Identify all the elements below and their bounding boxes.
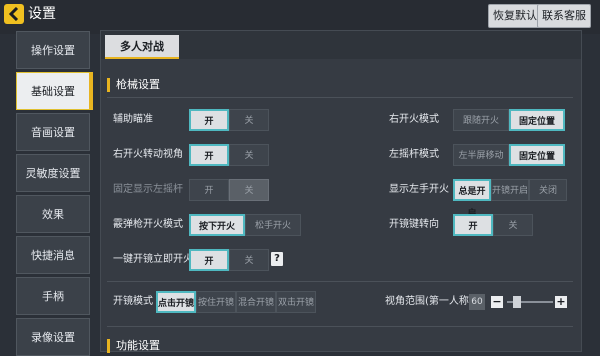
settings-panel: 多人对战 枪械设置 辅助瞄准 开 关 右开火转动视角 开 关 固定显示左摇杆 开… [100, 30, 582, 353]
fixed-left-stick-toggle: 开 关 [189, 179, 269, 201]
scope-instant-fire-off[interactable]: 关 [229, 249, 269, 271]
show-left-fire-toggle: 总是开启 开镜开启 关闭 [453, 179, 567, 219]
left-stick-mode-label: 左摇杆模式 [389, 149, 439, 160]
show-left-fire-always[interactable]: 总是开启 [453, 179, 491, 219]
function-section-title: 功能设置 [107, 339, 160, 353]
scope-mode-double-tap[interactable]: 双击开镜 [276, 291, 316, 313]
fixed-left-stick-on[interactable]: 开 [189, 179, 229, 201]
fov-label: 视角范围(第一人称) [385, 296, 473, 307]
aim-assist-on[interactable]: 开 [189, 109, 229, 131]
scope-instant-fire-on[interactable]: 开 [189, 249, 229, 271]
tab-bar: 多人对战 [101, 31, 581, 59]
left-stick-half-screen[interactable]: 左半屏移动 [453, 144, 509, 166]
scope-turn-toggle: 开 关 [453, 214, 533, 236]
fov-minus-button[interactable]: − [491, 296, 503, 308]
scope-turn-label: 开镜键转向 [389, 219, 439, 230]
back-button[interactable] [4, 4, 24, 24]
right-fire-mode-label: 右开火模式 [389, 114, 439, 125]
aim-assist-label: 辅助瞄准 [113, 114, 153, 125]
scope-mode-mixed[interactable]: 混合开镜 [236, 291, 276, 313]
sidebar-item-recording[interactable]: 录像设置 [16, 318, 90, 356]
sidebar-item-effects[interactable]: 效果 [16, 195, 90, 233]
back-arrow-icon [8, 7, 19, 21]
gun-section-title: 枪械设置 [107, 78, 160, 92]
contact-service-button[interactable]: 联系客服 [537, 4, 591, 28]
top-bar: 设置 恢复默认 联系客服 [0, 0, 600, 34]
sidebar-item-sensitivity[interactable]: 灵敏度设置 [16, 154, 90, 192]
scope-turn-off[interactable]: 关 [493, 214, 533, 236]
right-fire-turn-toggle: 开 关 [189, 144, 269, 166]
page-title: 设置 [28, 6, 56, 22]
shotgun-press-fire[interactable]: 按下开火 [189, 214, 245, 236]
sidebar-item-audio-video[interactable]: 音画设置 [16, 113, 90, 151]
restore-default-button[interactable]: 恢复默认 [488, 4, 542, 28]
shotgun-fire-mode-toggle: 按下开火 松手开火 [189, 214, 301, 236]
fixed-left-stick-label: 固定显示左摇杆 [113, 184, 183, 195]
right-fire-mode-toggle: 跟随开火 固定位置 [453, 109, 565, 131]
scope-mode-tap[interactable]: 点击开镜 [156, 291, 196, 313]
show-left-fire-scoped[interactable]: 开镜开启 [491, 179, 529, 201]
fov-value: 60 [469, 294, 485, 310]
fov-plus-button[interactable]: + [555, 296, 567, 308]
show-left-fire-off[interactable]: 关闭 [529, 179, 567, 201]
show-left-fire-label: 显示左手开火 [389, 184, 449, 195]
fixed-left-stick-off[interactable]: 关 [229, 179, 269, 201]
left-stick-fixed[interactable]: 固定位置 [509, 144, 565, 166]
divider [107, 97, 573, 98]
sidebar-item-gamepad[interactable]: 手柄 [16, 277, 90, 315]
fov-slider-thumb[interactable] [512, 296, 521, 308]
left-stick-mode-toggle: 左半屏移动 固定位置 [453, 144, 565, 166]
sidebar-item-quick-message[interactable]: 快捷消息 [16, 236, 90, 274]
scope-instant-fire-label: 一键开镜立即开火 [113, 254, 193, 265]
divider [107, 281, 573, 282]
right-fire-turn-on[interactable]: 开 [189, 144, 229, 166]
scope-instant-fire-toggle: 开 关 [189, 249, 269, 271]
aim-assist-toggle: 开 关 [189, 109, 269, 131]
tab-multiplayer[interactable]: 多人对战 [105, 35, 179, 59]
scope-mode-hold[interactable]: 按住开镜 [196, 291, 236, 313]
right-fire-turn-off[interactable]: 关 [229, 144, 269, 166]
right-fire-fixed[interactable]: 固定位置 [509, 109, 565, 131]
shotgun-fire-mode-label: 霰弹枪开火模式 [113, 219, 183, 230]
scope-turn-on[interactable]: 开 [453, 214, 493, 236]
aim-assist-off[interactable]: 关 [229, 109, 269, 131]
sidebar-item-basic[interactable]: 基础设置 [16, 72, 93, 110]
right-fire-follow[interactable]: 跟随开火 [453, 109, 509, 131]
divider [107, 326, 573, 327]
sidebar-item-operation[interactable]: 操作设置 [16, 31, 90, 69]
scope-mode-selector: 点击开镜 按住开镜 混合开镜 双击开镜 [156, 291, 316, 313]
help-icon[interactable]: ? [271, 252, 283, 266]
scope-mode-label: 开镜模式 [113, 296, 153, 307]
right-fire-turn-label: 右开火转动视角 [113, 149, 183, 160]
shotgun-release-fire[interactable]: 松手开火 [245, 214, 301, 236]
